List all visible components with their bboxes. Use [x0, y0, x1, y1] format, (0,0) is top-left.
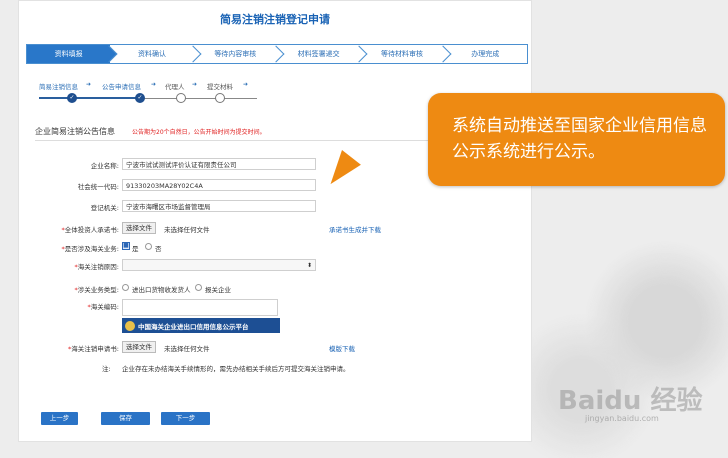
progress-line-done: [39, 97, 139, 99]
banner-text: 中国海关企业进出口信用信息公示平台: [138, 322, 249, 331]
step-material-submit: 材料签署递交: [276, 45, 368, 63]
step-pending-circle-icon: [176, 93, 186, 103]
customs-broker-radio[interactable]: [195, 284, 202, 291]
step-pending-circle-icon: [215, 93, 225, 103]
step-data-confirm: 资料确认: [110, 45, 202, 63]
callout-text: 系统自动推送至国家企业信用信息公示系统进行公示。: [452, 116, 707, 162]
file-status-text: 未选择任何文件: [164, 345, 210, 353]
sub-step-2-label[interactable]: 公告申请信息: [102, 81, 141, 91]
sub-step-progress: 简易注销信息 ➜ 公告申请信息 ➜ 代理人 ➜ 提交材料 ➜ ✓ ✓: [39, 81, 279, 107]
step-label: 等待材料审核: [380, 50, 423, 58]
company-name-field[interactable]: 宁波市试试测试评价认证有限责任公司: [122, 158, 316, 170]
customs-code-label: *海关编码:: [87, 303, 119, 311]
arrow-icon: ➜: [86, 81, 92, 88]
investor-letter-row: *全体投资人承诺书: 选择文件 未选择任何文件 承诺书生成并下载: [19, 222, 531, 236]
sub-step-4-label[interactable]: 提交材料: [207, 81, 233, 91]
customs-no-label: 否: [155, 245, 162, 253]
note-text: 企业存在未办结海关手续情形的，需先办结相关手续后方可提交海关注销申请。: [122, 365, 350, 373]
letter-generate-download-link[interactable]: 承诺书生成并下载: [329, 224, 381, 234]
customs-code-input[interactable]: [122, 299, 278, 316]
step-done-check-icon: ✓: [135, 93, 145, 103]
section-note: 公告期为20个自然日，公告开始时间为提交时间。: [132, 129, 266, 136]
step-progress-bar: 资料填报 资料确认 等待内容审核 材料签署递交 等待材料审核 办理完成: [26, 44, 528, 64]
customs-involved-label: *是否涉及海关业务:: [61, 245, 119, 253]
step-label: 材料签署递交: [297, 50, 340, 58]
choose-file-button[interactable]: 选择文件: [122, 222, 156, 234]
customs-reason-label: *海关注销原因:: [74, 263, 119, 271]
credit-code-label: 社会统一代码:: [77, 183, 119, 191]
investor-letter-label: *全体投资人承诺书:: [61, 226, 119, 234]
prev-step-button[interactable]: 上一步: [41, 412, 78, 425]
step-label: 等待内容审核: [214, 50, 257, 58]
customs-credit-platform-banner[interactable]: 中国海关企业进出口信用信息公示平台: [122, 318, 280, 333]
import-export-radio[interactable]: [122, 284, 129, 291]
step-done-check-icon: ✓: [67, 93, 77, 103]
credit-code-field[interactable]: 91330203MA28Y02C4A: [122, 179, 316, 191]
customs-yes-label: 是: [132, 245, 139, 253]
file-status-text: 未选择任何文件: [164, 226, 210, 234]
company-name-label: 企业名称:: [90, 162, 119, 170]
step-label: 资料确认: [137, 50, 166, 58]
step-material-review: 等待材料审核: [360, 45, 452, 63]
arrow-icon: ➜: [151, 81, 157, 88]
customs-broker-label: 报关企业: [205, 286, 231, 294]
note-label: 注:: [102, 365, 111, 373]
progress-line-pending: [139, 97, 257, 99]
arrow-icon: ➜: [243, 81, 249, 88]
import-export-label: 进出口货物收发货人: [132, 286, 191, 294]
section-title: 企业简易注销公告信息: [35, 127, 115, 136]
sub-step-1-label[interactable]: 简易注销信息: [39, 81, 78, 91]
step-content-review: 等待内容审核: [193, 45, 285, 63]
baidu-watermark-logo: Baidu 经验: [558, 386, 703, 416]
template-download-link[interactable]: 模版下载: [329, 343, 355, 353]
customs-type-label: *涉关业务类型:: [74, 286, 119, 294]
step-label: 办理完成: [471, 50, 500, 58]
customs-involved-row: *是否涉及海关业务: ■ 是 否: [19, 241, 531, 255]
customs-yes-checkbox[interactable]: ■: [122, 242, 130, 250]
customs-no-radio[interactable]: [145, 243, 152, 250]
customs-type-row: *涉关业务类型: 进出口货物收发货人 报关企业: [19, 282, 531, 296]
registry-field[interactable]: 宁波市海曙区市场监督管理局: [122, 200, 316, 212]
customs-form-label: *海关注销申请书:: [68, 345, 119, 353]
choose-file-button[interactable]: 选择文件: [122, 341, 156, 353]
step-label: 资料填报: [54, 50, 83, 58]
registry-label: 登记机关:: [90, 204, 119, 212]
page-title: 简易注销注销登记申请: [220, 13, 330, 26]
save-button[interactable]: 保存: [101, 412, 150, 425]
step-complete: 办理完成: [443, 45, 527, 63]
registry-row: 登记机关: 宁波市海曙区市场监督管理局: [19, 200, 531, 214]
arrow-icon: ➜: [192, 81, 198, 88]
globe-logo-icon: [125, 320, 135, 331]
watermark-url: jingyan.baidu.com: [585, 414, 659, 423]
step-data-entry: 资料填报: [27, 45, 118, 63]
customs-reason-select[interactable]: ⬍: [122, 259, 316, 271]
form-panel: 简易注销注销登记申请 资料填报 资料确认 等待内容审核 材料签署递交 等待材料审…: [18, 0, 532, 442]
customs-form-row: *海关注销申请书: 选择文件 未选择任何文件 模版下载: [19, 341, 531, 355]
updown-caret-icon: ⬍: [306, 262, 312, 269]
customs-code-row: *海关编码:: [19, 299, 531, 316]
next-step-button[interactable]: 下一步: [161, 412, 210, 425]
annotation-callout: 系统自动推送至国家企业信用信息公示系统进行公示。: [428, 93, 725, 186]
sub-step-3-label[interactable]: 代理人: [165, 81, 185, 91]
customs-reason-row: *海关注销原因: ⬍: [19, 259, 531, 273]
world-map-background: [518, 230, 728, 458]
